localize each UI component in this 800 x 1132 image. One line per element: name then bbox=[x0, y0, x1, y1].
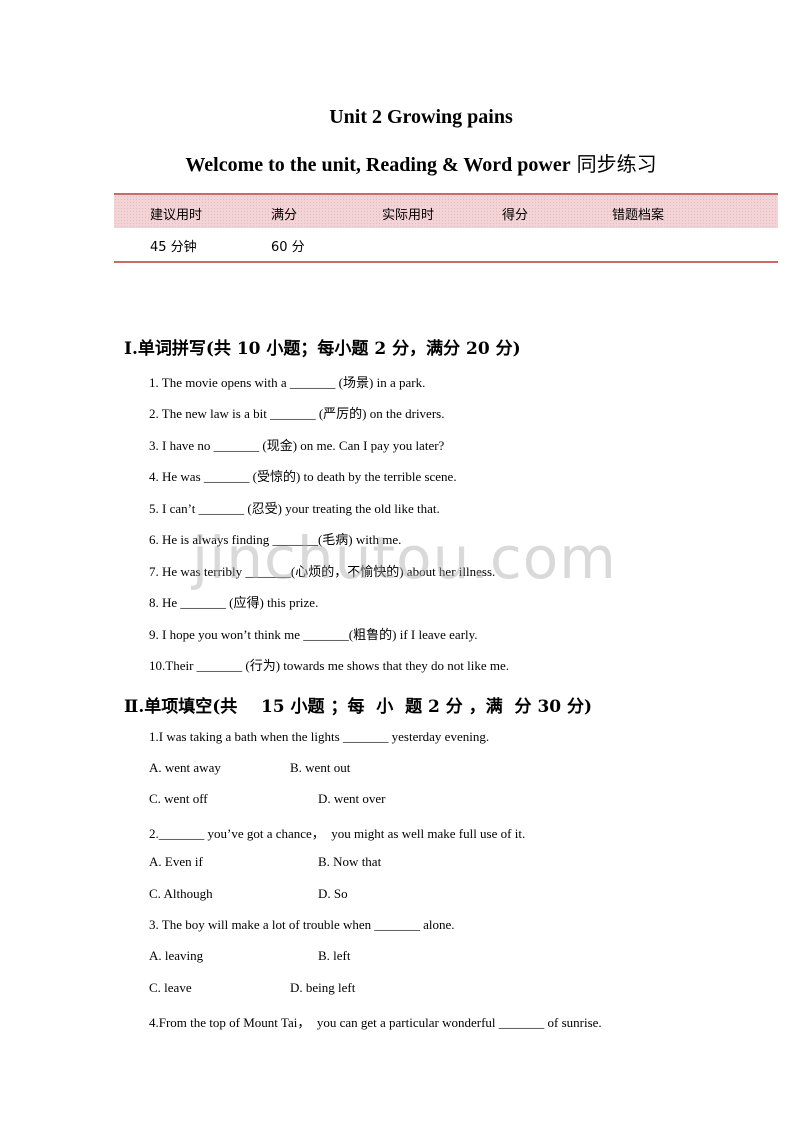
list-item: 2. The new law is a bit _______ (严厉的) on… bbox=[149, 406, 445, 421]
subtitle-english: Welcome to the unit, Reading & Word powe… bbox=[185, 154, 571, 176]
option-a: A. Even if bbox=[149, 854, 203, 869]
question-stem: 2._______ you’ve got a chance， you might… bbox=[149, 826, 526, 841]
option-d: D. went over bbox=[318, 791, 386, 806]
document-title: Unit 2 Growing pains bbox=[329, 106, 513, 128]
list-item: 4. He was _______ (受惊的) to death by the … bbox=[149, 469, 457, 484]
option-c: C. Although bbox=[149, 886, 213, 901]
option-c: C. went off bbox=[149, 791, 208, 806]
value-full-score: 60 分 bbox=[271, 240, 305, 255]
option-b: B. left bbox=[318, 948, 351, 963]
list-item: 6. He is always finding _______(毛病) with… bbox=[149, 532, 402, 547]
info-table-header-row bbox=[114, 195, 778, 228]
list-item: 10.Their _______ (行为) towards me shows t… bbox=[149, 658, 509, 673]
list-item: 1. The movie opens with a _______ (场景) i… bbox=[149, 375, 426, 390]
option-c: C. leave bbox=[149, 980, 192, 995]
list-item: 7. He was terribly _______(心烦的，不愉快的) abo… bbox=[149, 564, 496, 579]
question-stem: 4.From the top of Mount Tai， you can get… bbox=[149, 1015, 602, 1030]
option-a: A. leaving bbox=[149, 948, 204, 963]
list-item: 8. He _______ (应得) this prize. bbox=[149, 595, 319, 610]
list-item: 5. I can’t _______ (忍受) your treating th… bbox=[149, 501, 440, 516]
option-b: B. went out bbox=[290, 760, 351, 775]
section1-heading: Ⅰ.单词拼写(共 10 小题；每小题 2 分，满分 20 分) bbox=[124, 339, 521, 359]
header-suggested-time: 建议用时 bbox=[150, 208, 203, 223]
info-table: 建议用时 满分 实际用时 得分 错题档案 45 分钟 60 分 bbox=[114, 193, 778, 263]
option-b: B. Now that bbox=[318, 854, 382, 869]
header-score: 得分 bbox=[502, 208, 529, 223]
document-subtitle: Welcome to the unit, Reading & Word powe… bbox=[0, 148, 800, 177]
header-full-score: 满分 bbox=[271, 208, 298, 223]
question-stem: 1.I was taking a bath when the lights __… bbox=[149, 729, 490, 744]
subtitle-chinese: 同步练习 bbox=[576, 152, 657, 176]
value-suggested-time: 45 分钟 bbox=[150, 240, 197, 255]
section2-heading: Ⅱ.单项填空(共 15 小题 ；每 小 题 2 分 ，满 分 30 分) bbox=[124, 697, 593, 717]
question-stem: 3. The boy will make a lot of trouble wh… bbox=[149, 917, 455, 932]
header-actual-time: 实际用时 bbox=[382, 208, 435, 223]
option-d: D. being left bbox=[290, 980, 356, 995]
header-error-file: 错题档案 bbox=[612, 208, 665, 223]
option-d: D. So bbox=[318, 886, 348, 901]
list-item: 3. I have no _______ (现金) on me. Can I p… bbox=[149, 438, 445, 453]
option-a: A. went away bbox=[149, 760, 221, 775]
list-item: 9. I hope you won’t think me _______(粗鲁的… bbox=[149, 627, 478, 642]
